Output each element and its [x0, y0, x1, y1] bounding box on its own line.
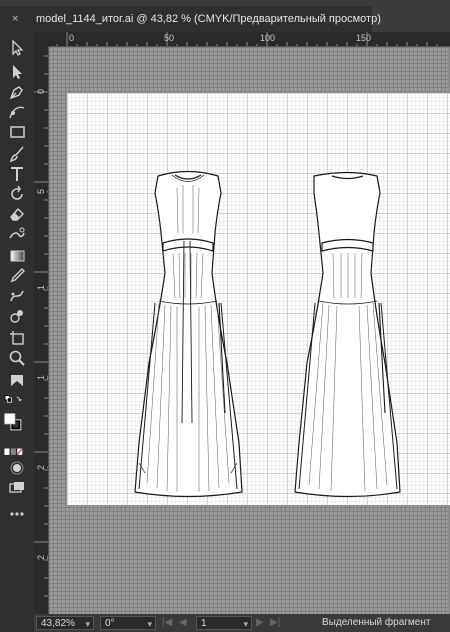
paintbrush-icon[interactable]: [7, 144, 27, 164]
last-artboard-icon[interactable]: ▶|: [270, 614, 280, 632]
first-artboard-icon[interactable]: |◀: [162, 614, 172, 632]
artboard-number-select[interactable]: 1 ▾: [196, 616, 252, 630]
zoom-select[interactable]: 43,82% ▾: [36, 616, 94, 630]
color-mode-icon[interactable]: [3, 442, 31, 456]
close-tab-icon[interactable]: ×: [12, 6, 18, 32]
selection-arrow-icon[interactable]: [7, 38, 27, 58]
shape-builder-icon[interactable]: [7, 370, 27, 390]
ruler-label: 1 0 0: [36, 284, 48, 290]
next-artboard-icon[interactable]: ▶: [256, 614, 264, 632]
ruler-label: 2 0 0: [36, 464, 48, 470]
horizontal-ruler[interactable]: 0 50 100 150: [34, 32, 450, 47]
default-colors-icon[interactable]: [3, 390, 31, 410]
eraser-icon[interactable]: [7, 204, 27, 224]
rotation-select[interactable]: 0° ▾: [100, 616, 156, 630]
status-info-text[interactable]: Выделенный фрагмент: [322, 614, 430, 632]
dress-front-drawing: [134, 170, 243, 498]
symbol-sprayer-icon[interactable]: [7, 306, 27, 326]
zoom-tool-icon[interactable]: [7, 348, 27, 368]
rectangle-tool-icon[interactable]: [7, 122, 27, 142]
screen-mode-icon[interactable]: [7, 478, 27, 498]
vertical-ruler[interactable]: 0 5 0 1 0 0 1 5 0 2 0 0 2 5 0: [34, 46, 49, 614]
zoom-value: 43,82%: [41, 618, 75, 629]
ruler-label: 2 5 0: [36, 554, 48, 560]
eyedropper-icon[interactable]: [7, 266, 27, 286]
chevron-down-icon: ▾: [147, 619, 152, 629]
rotate-tool-icon[interactable]: [7, 184, 27, 204]
more-tools-icon[interactable]: [7, 504, 27, 524]
artboard-tool-icon[interactable]: [7, 328, 27, 348]
drawing-mode-icon[interactable]: [7, 458, 27, 478]
previous-artboard-icon[interactable]: ◀: [179, 614, 187, 632]
ruler-label: 100: [260, 33, 276, 43]
warp-tool-icon[interactable]: [7, 224, 27, 244]
ruler-label: 0: [69, 33, 75, 43]
document-tab[interactable]: × model_1144_итог.ai @ 43,82 % (CMYK/Пре…: [0, 6, 381, 32]
fill-stroke-swatch[interactable]: [3, 412, 31, 440]
blend-tool-icon[interactable]: [7, 286, 27, 306]
document-title: model_1144_итог.ai @ 43,82 % (CMYK/Предв…: [36, 13, 381, 25]
dress-back-drawing: [294, 171, 401, 498]
ruler-label: 1 5 0: [36, 374, 48, 380]
status-bar: 43,82% ▾ 0° ▾ |◀ ◀ 1 ▾ ▶ ▶| Выделенный фраг…: [34, 614, 450, 632]
type-tool-icon[interactable]: [7, 164, 27, 184]
rotation-value: 0°: [105, 618, 115, 629]
tools-panel: [0, 32, 34, 632]
curvature-tool-icon[interactable]: [7, 102, 27, 122]
ruler-label: 150: [356, 33, 372, 43]
chevron-down-icon: ▾: [85, 619, 90, 629]
ruler-label: 5 0: [36, 188, 48, 194]
canvas-pasteboard[interactable]: [49, 47, 450, 614]
chevron-down-icon: ▾: [243, 619, 248, 629]
document-tab-bar: × model_1144_итог.ai @ 43,82 % (CMYK/Пре…: [0, 0, 450, 32]
ruler-label: 50: [164, 33, 175, 43]
pen-tool-icon[interactable]: [7, 82, 27, 102]
direct-selection-icon[interactable]: [7, 62, 27, 82]
artboard[interactable]: [67, 93, 450, 505]
artboard-number: 1: [201, 618, 207, 629]
ruler-label: 0: [36, 88, 46, 94]
gradient-tool-icon[interactable]: [7, 246, 27, 266]
